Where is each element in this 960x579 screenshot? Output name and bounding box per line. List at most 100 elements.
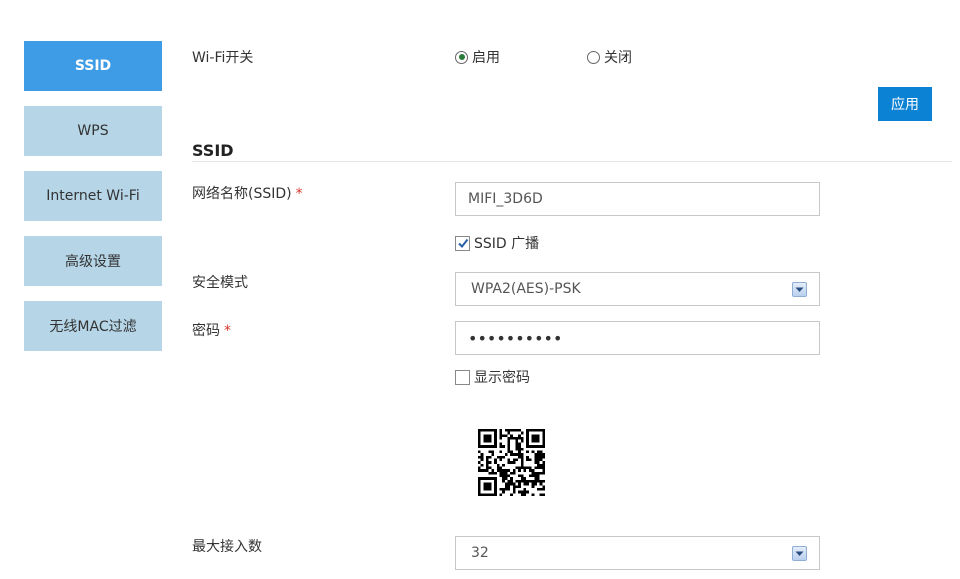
required-mark: * (224, 323, 231, 339)
qr-module (515, 458, 519, 462)
section-divider (192, 161, 952, 162)
qr-module (542, 445, 545, 448)
qr-module (542, 429, 545, 432)
apply-button[interactable]: 应用 (878, 87, 932, 121)
qr-module (520, 458, 524, 462)
qr-module (518, 437, 521, 440)
qr-module (486, 487, 489, 491)
qr-module (542, 437, 545, 440)
sidebar-item-label: 高级设置 (65, 254, 121, 270)
qr-module (478, 434, 481, 438)
qr-module (494, 442, 497, 446)
qr-module (478, 431, 481, 435)
qr-module (507, 442, 511, 446)
qr-module (499, 431, 503, 435)
qr-module (478, 450, 481, 454)
qr-module (478, 493, 481, 496)
qr-module (523, 490, 527, 494)
qr-module (542, 442, 545, 446)
qr-module (488, 466, 492, 470)
qr-module (494, 479, 497, 483)
qr-module (507, 450, 511, 454)
qr-module (520, 439, 524, 443)
sidebar-item-mac-filter[interactable]: 无线MAC过滤 (24, 301, 162, 351)
qr-module (536, 455, 540, 459)
qr-module (486, 458, 489, 462)
qr-module (518, 466, 521, 470)
qr-module (539, 487, 543, 491)
security-mode-select[interactable]: WPA2(AES)-PSK (455, 272, 820, 306)
qr-module (488, 429, 492, 432)
network-name-label-text: 网络名称(SSID) (192, 186, 292, 202)
radio-selected-icon (455, 50, 468, 64)
qr-module (486, 445, 489, 448)
qr-module (526, 458, 529, 462)
qr-module (504, 477, 508, 480)
qr-module (494, 493, 497, 496)
sidebar-item-internet-wifi[interactable]: Internet Wi-Fi (24, 171, 162, 221)
qr-module (526, 445, 529, 448)
qr-module (494, 437, 497, 440)
max-clients-value: 32 (471, 545, 489, 561)
sidebar-item-advanced-settings[interactable]: 高级设置 (24, 236, 162, 286)
qr-module (515, 445, 519, 448)
network-name-input[interactable] (455, 182, 820, 216)
qr-module (528, 429, 532, 432)
qr-module (531, 434, 535, 438)
qr-module (507, 445, 511, 448)
qr-module (526, 455, 529, 459)
wifi-off-radio[interactable]: 关闭 (587, 47, 632, 67)
ssid-broadcast-label: SSID 广播 (474, 236, 540, 252)
ssid-broadcast-checkbox[interactable]: SSID 广播 (455, 233, 539, 253)
sidebar-item-ssid[interactable]: SSID (24, 41, 162, 91)
qr-module (526, 466, 529, 470)
qr-module (494, 487, 497, 491)
qr-module (531, 445, 535, 448)
qr-module (531, 429, 535, 432)
qr-module (483, 429, 487, 432)
qr-module (542, 469, 545, 472)
qr-module (531, 474, 535, 478)
qr-module (523, 487, 527, 491)
qr-module (486, 437, 489, 440)
qr-module (536, 458, 540, 462)
qr-module (488, 485, 492, 488)
qr-module (528, 458, 532, 462)
qr-module (486, 482, 489, 486)
section-title: SSID (192, 141, 234, 160)
qr-module (488, 461, 492, 464)
password-input[interactable] (455, 321, 820, 355)
show-password-checkbox[interactable]: 显示密码 (455, 367, 530, 387)
qr-module (491, 477, 495, 480)
required-mark: * (295, 186, 303, 202)
sidebar-item-wps[interactable]: WPS (24, 106, 162, 156)
qr-module (496, 469, 500, 472)
qr-module (542, 471, 545, 475)
qr-module (491, 429, 495, 432)
qr-module (539, 453, 543, 456)
qr-module (520, 490, 524, 494)
qr-module (539, 429, 543, 432)
max-clients-select[interactable]: 32 (455, 536, 820, 570)
qr-module (510, 450, 513, 454)
qr-module (478, 482, 481, 486)
max-clients-label: 最大接入数 (192, 539, 262, 555)
qr-module (542, 463, 545, 467)
qr-module (510, 471, 513, 475)
qr-module (515, 453, 519, 456)
qr-module (515, 447, 519, 451)
qr-module (531, 469, 535, 472)
qr-module (488, 487, 492, 491)
wifi-on-radio[interactable]: 启用 (455, 47, 500, 67)
qr-module (478, 442, 481, 446)
qr-module (534, 429, 537, 432)
qr-module (488, 455, 492, 459)
qr-module (520, 453, 524, 456)
qr-module (483, 477, 487, 480)
qr-module (507, 461, 511, 464)
password-label-text: 密码 (192, 323, 220, 339)
qr-module (536, 437, 540, 440)
qr-module (512, 429, 516, 432)
qr-module (515, 466, 519, 470)
qr-module (542, 479, 545, 483)
